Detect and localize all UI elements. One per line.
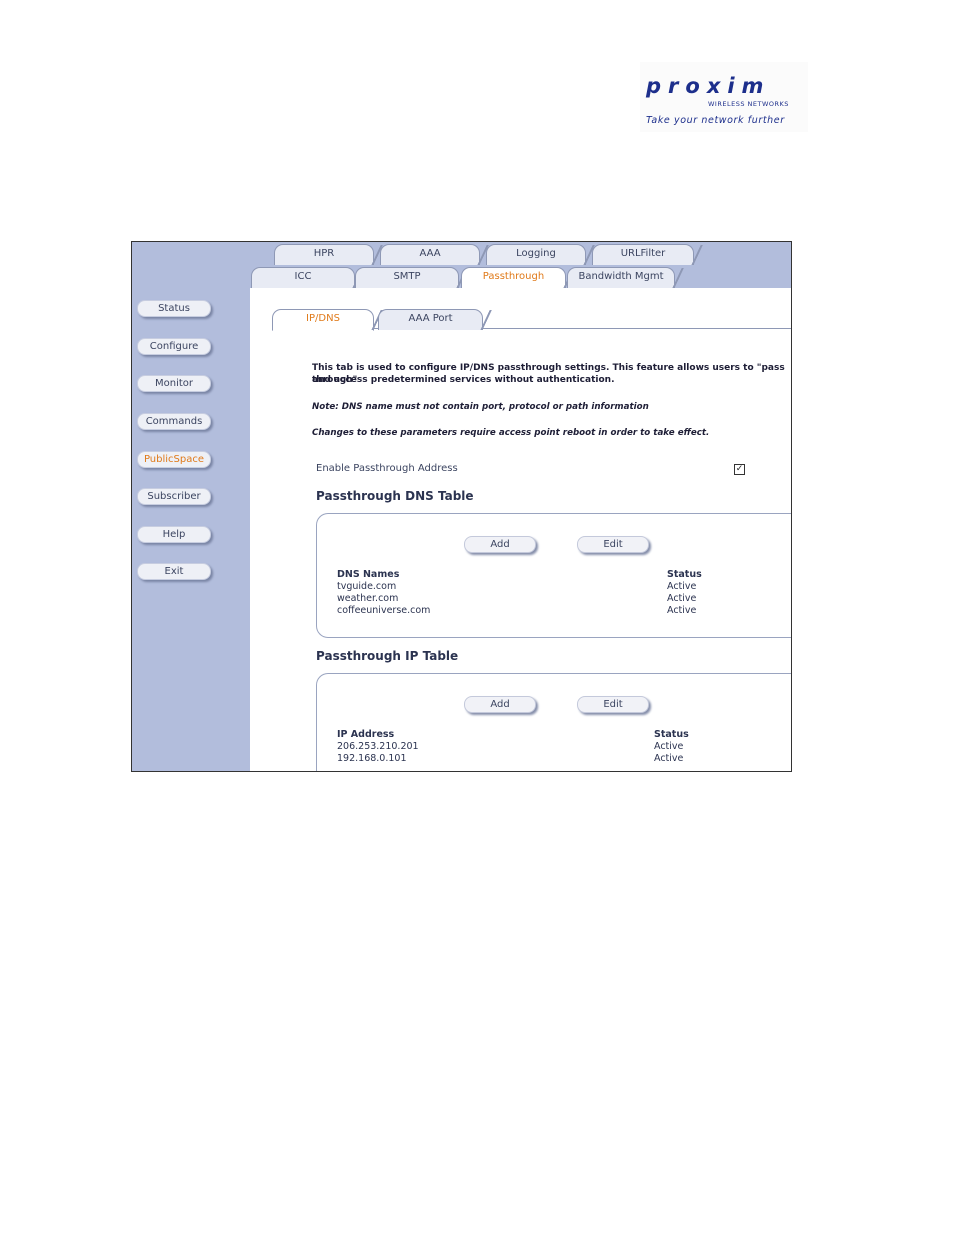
dns-row-status: Active [667, 605, 697, 616]
nav-configure-button[interactable]: Configure [137, 338, 211, 355]
intro-text-line2: and access predetermined services withou… [312, 375, 615, 385]
subtab-ip-dns-label: IP/DNS [306, 313, 340, 324]
subtab-aaa-port[interactable]: AAA Port [378, 309, 492, 330]
nav-publicspace-button[interactable]: PublicSpace [137, 451, 211, 468]
tab-smtp-label: SMTP [393, 271, 421, 282]
proxim-logo: proxim WIRELESS NETWORKS Take your netwo… [640, 62, 808, 132]
subtab-ip-dns[interactable]: IP/DNS [272, 309, 383, 331]
tab-passthrough[interactable]: Passthrough [461, 267, 575, 288]
logo-brand: proxim [646, 74, 771, 98]
tab-bandwidth-mgmt[interactable]: Bandwidth Mgmt [567, 267, 684, 288]
ip-col-status: Status [654, 729, 689, 740]
dns-col-name: DNS Names [337, 569, 400, 580]
nav-status-button[interactable]: Status [137, 300, 211, 317]
dns-row-name: tvguide.com [337, 581, 397, 592]
tab-aaa-label: AAA [419, 248, 441, 259]
screenshot-frame: Status Configure Monitor Commands Public… [131, 241, 792, 772]
tab-logging[interactable]: Logging [486, 244, 595, 265]
reboot-note: Changes to these parameters require acce… [312, 428, 710, 438]
tab-aaa[interactable]: AAA [380, 244, 489, 265]
tab-hpr-label: HPR [313, 248, 335, 259]
subtab-aaa-port-label: AAA Port [408, 313, 453, 324]
enable-passthrough-checkbox[interactable]: ✓ [734, 464, 745, 475]
dns-row-name: coffeeuniverse.com [337, 605, 431, 616]
nav-help-button[interactable]: Help [137, 526, 211, 543]
dns-table-panel: Add Edit DNS Names Status tvguide.com Ac… [316, 513, 791, 638]
ip-table-panel: Add Edit IP Address Status 206.253.210.2… [316, 673, 791, 771]
dns-col-status: Status [667, 569, 702, 580]
ip-row-status: Active [654, 753, 684, 764]
ip-col-name: IP Address [337, 729, 395, 740]
nav-commands-button[interactable]: Commands [137, 413, 211, 430]
ip-add-button[interactable]: Add [464, 696, 536, 713]
tab-icc-label: ICC [294, 271, 312, 282]
dns-add-button[interactable]: Add [464, 536, 536, 553]
logo-tagline: Take your network further [646, 115, 785, 126]
tab-urlfilter-label: URLFilter [620, 248, 666, 259]
logo-subtitle: WIRELESS NETWORKS [708, 100, 789, 108]
ip-table-title: Passthrough IP Table [316, 649, 459, 663]
ip-row-address: 192.168.0.101 [337, 753, 407, 764]
sidebar: Status Configure Monitor Commands Public… [132, 242, 250, 771]
tab-urlfilter[interactable]: URLFilter [592, 244, 703, 265]
dns-note: Note: DNS name must not contain port, pr… [312, 402, 649, 412]
ip-row-address: 206.253.210.201 [337, 741, 419, 752]
tab-passthrough-label: Passthrough [482, 271, 545, 282]
tab-hpr[interactable]: HPR [274, 244, 383, 265]
dns-row-status: Active [667, 581, 697, 592]
dns-table-title: Passthrough DNS Table [316, 489, 474, 503]
nav-monitor-button[interactable]: Monitor [137, 375, 211, 392]
ip-edit-button[interactable]: Edit [577, 696, 649, 713]
tab-icc[interactable]: ICC [251, 267, 364, 288]
enable-passthrough-label: Enable Passthrough Address [316, 463, 458, 474]
dns-row-name: weather.com [337, 593, 399, 604]
main-content: IP/DNS AAA Port This tab is used to conf… [250, 288, 791, 771]
dns-edit-button[interactable]: Edit [577, 536, 649, 553]
ip-row-status: Active [654, 741, 684, 752]
nav-exit-button[interactable]: Exit [137, 563, 211, 580]
tab-logging-label: Logging [516, 248, 556, 259]
nav-subscriber-button[interactable]: Subscriber [137, 488, 211, 505]
tab-bandwidth-mgmt-label: Bandwidth Mgmt [578, 271, 664, 282]
tab-smtp[interactable]: SMTP [355, 267, 468, 288]
dns-row-status: Active [667, 593, 697, 604]
